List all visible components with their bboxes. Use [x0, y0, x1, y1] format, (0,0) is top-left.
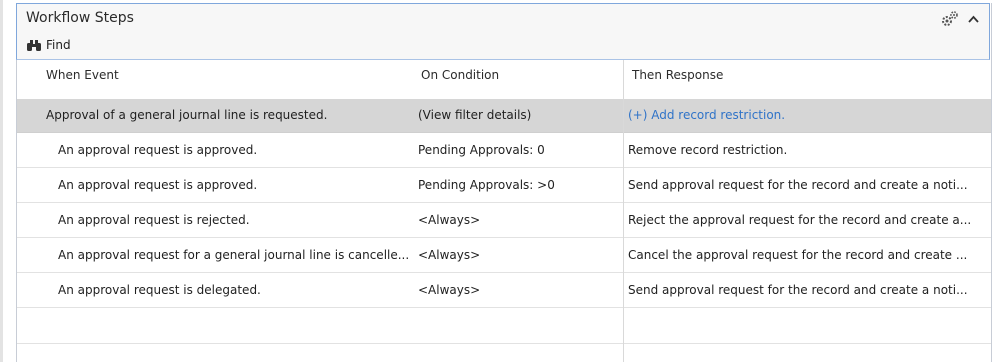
chevron-up-icon[interactable] [968, 15, 979, 23]
then-response-cell: Remove record restriction. [628, 143, 788, 157]
header-actions [940, 10, 979, 28]
table-row[interactable]: An approval request for a general journa… [17, 239, 991, 273]
table-row[interactable]: An approval request is approved. Pending… [17, 169, 991, 203]
table-row[interactable]: An approval request is approved. Pending… [17, 134, 991, 168]
on-condition-cell: <Always> [418, 283, 481, 297]
column-header-on-condition[interactable]: On Condition [421, 68, 499, 82]
column-header-when-event[interactable]: When Event [46, 68, 119, 82]
find-label: Find [46, 38, 71, 52]
table-row[interactable]: An approval request is rejected. <Always… [17, 204, 991, 238]
then-response-cell: Cancel the approval request for the reco… [628, 248, 968, 262]
column-divider [623, 60, 624, 362]
workflow-steps-header: Workflow Steps Find [16, 3, 990, 60]
column-header-then-response[interactable]: Then Response [632, 68, 723, 82]
when-event-cell: An approval request is rejected. [58, 213, 250, 227]
table-row[interactable]: Approval of a general journal line is re… [17, 99, 991, 133]
then-response-cell[interactable]: (+) Add record restriction. [628, 108, 785, 122]
empty-table-row[interactable] [17, 310, 991, 344]
when-event-cell: An approval request is approved. [58, 178, 258, 192]
find-button[interactable]: Find [26, 38, 71, 52]
on-condition-cell: Pending Approvals: >0 [418, 178, 555, 192]
gear-icon[interactable] [940, 10, 960, 28]
when-event-cell: Approval of a general journal line is re… [46, 108, 328, 122]
when-event-cell: An approval request is delegated. [58, 283, 261, 297]
on-condition-cell: Pending Approvals: 0 [418, 143, 545, 157]
left-edge [0, 0, 3, 362]
table-row[interactable]: An approval request is delegated. <Alway… [17, 274, 991, 308]
then-response-cell: Reject the approval request for the reco… [628, 213, 972, 227]
when-event-cell: An approval request for a general journa… [58, 248, 410, 262]
binoculars-icon [27, 39, 41, 51]
column-headers: When Event On Condition Then Response [17, 60, 991, 92]
on-condition-cell: <Always> [418, 213, 481, 227]
then-response-cell: Send approval request for the record and… [628, 178, 968, 192]
then-response-cell: Send approval request for the record and… [628, 283, 968, 297]
on-condition-cell[interactable]: (View filter details) [418, 108, 531, 122]
on-condition-cell: <Always> [418, 248, 481, 262]
panel-title: Workflow Steps [26, 10, 134, 26]
when-event-cell: An approval request is approved. [58, 143, 258, 157]
